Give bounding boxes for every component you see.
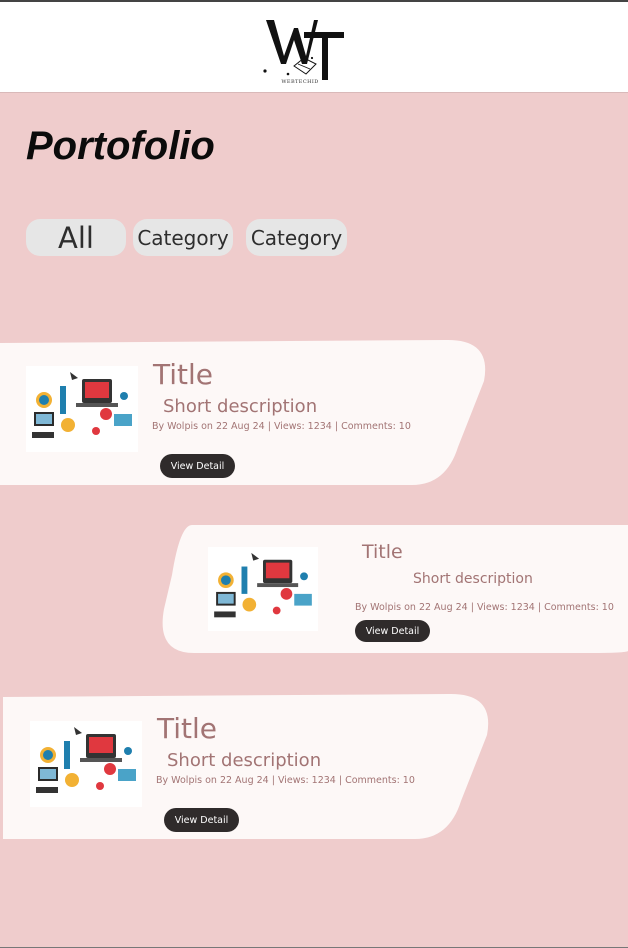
card-description: Short description: [167, 750, 322, 771]
filter-chip-category-1[interactable]: Category: [133, 219, 233, 256]
portfolio-card[interactable]: Title Short description By Wolpis on 22 …: [160, 525, 628, 655]
card-meta: By Wolpis on 22 Aug 24 | Views: 1234 | C…: [156, 775, 415, 786]
card-title[interactable]: Title: [153, 358, 213, 391]
portfolio-card[interactable]: Title Short description By Wolpis on 22 …: [0, 339, 490, 487]
view-detail-button[interactable]: View Detail: [164, 808, 239, 832]
card-title[interactable]: Title: [362, 541, 403, 563]
view-detail-button[interactable]: View Detail: [355, 620, 430, 642]
site-header: WEBTECHID: [0, 2, 628, 93]
card-meta: By Wolpis on 22 Aug 24 | Views: 1234 | C…: [152, 421, 411, 432]
illustration-icon: [32, 372, 132, 438]
filter-chip-all[interactable]: All: [26, 219, 126, 256]
illustration-icon: [36, 727, 136, 793]
card-thumbnail: [26, 366, 138, 452]
card-description: Short description: [413, 571, 533, 587]
card-title[interactable]: Title: [157, 712, 217, 745]
illustration-icon: [214, 552, 312, 618]
page-title: Portofolio: [26, 124, 215, 168]
card-meta: By Wolpis on 22 Aug 24 | Views: 1234 | C…: [355, 602, 614, 613]
logo-wordmark: WEBTECHID: [281, 79, 319, 85]
card-thumbnail: [208, 547, 318, 631]
view-detail-button[interactable]: View Detail: [160, 454, 235, 478]
card-thumbnail: [30, 721, 142, 807]
filter-chip-category-2[interactable]: Category: [246, 219, 347, 256]
card-description: Short description: [163, 396, 318, 417]
portfolio-card[interactable]: Title Short description By Wolpis on 22 …: [3, 693, 493, 841]
